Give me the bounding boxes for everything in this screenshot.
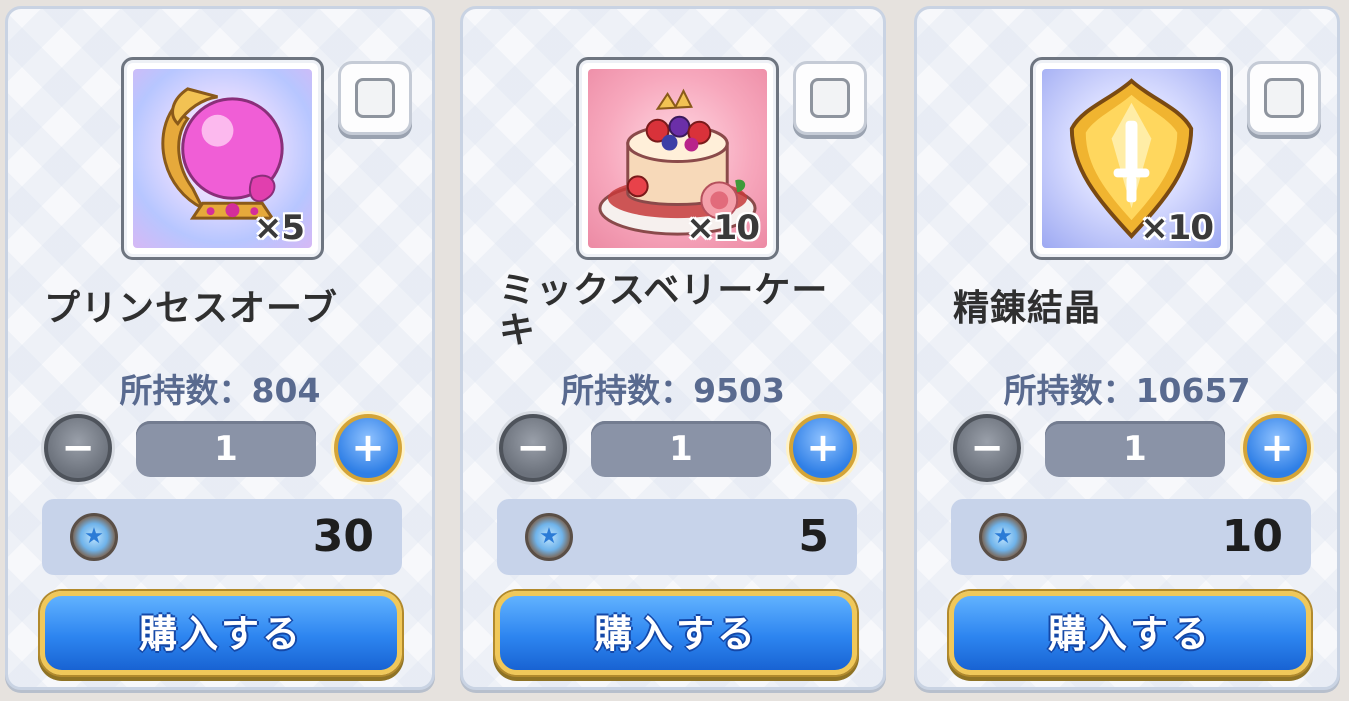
buy-button-label: 購入する [138,612,303,656]
buy-button-label: 購入する [593,612,758,656]
item-frame[interactable]: ×10 [576,57,779,260]
item-name: ミックスベリーケーキ [499,270,829,351]
decrease-quantity-button[interactable]: − [44,414,112,482]
shop-item-card: ×5 プリンセスオーブ 所持数：804 − 1 + ★ 30 購入する [5,6,435,690]
increase-quantity-button[interactable]: + [334,414,402,482]
select-checkbox[interactable] [338,61,412,135]
plus-icon: + [1260,425,1294,471]
price-box: ★ 10 [951,499,1311,575]
price: 10 [1221,511,1283,562]
select-checkbox[interactable] [793,61,867,135]
decrease-quantity-button[interactable]: − [499,414,567,482]
coin-icon: ★ [70,513,118,561]
minus-icon: − [61,425,95,471]
checkbox-square [810,78,850,118]
item-quantity-badge: ×5 [253,208,305,248]
owned-count: 所持数：804 [119,371,321,410]
owned-count: 所持数：10657 [1003,371,1251,410]
item-image-background: ×10 [1042,69,1221,248]
star-icon: ★ [993,524,1013,549]
buy-button[interactable]: 購入する [40,591,402,675]
item-frame[interactable]: ×5 [121,57,324,260]
star-icon: ★ [539,524,559,549]
shop-item-card: ×10 精錬結晶 所持数：10657 − 1 + ★ 10 購入する [914,6,1340,690]
buy-button[interactable]: 購入する [495,591,857,675]
checkbox-square [1264,78,1304,118]
item-frame[interactable]: ×10 [1030,57,1233,260]
quantity-field[interactable]: 1 [1045,421,1225,477]
plus-icon: + [806,425,840,471]
price: 5 [798,511,829,562]
item-name: プリンセスオーブ [44,288,338,329]
decrease-quantity-button[interactable]: − [953,414,1021,482]
item-image-background: ×5 [133,69,312,248]
increase-quantity-button[interactable]: + [1243,414,1311,482]
quantity-field[interactable]: 1 [136,421,316,477]
increase-quantity-button[interactable]: + [789,414,857,482]
select-checkbox[interactable] [1247,61,1321,135]
price: 30 [312,511,374,562]
star-icon: ★ [84,524,104,549]
price-box: ★ 5 [497,499,857,575]
checkbox-square [355,78,395,118]
buy-button-label: 購入する [1047,612,1212,656]
quantity-field[interactable]: 1 [591,421,771,477]
item-image-background: ×10 [588,69,767,248]
coin-icon: ★ [979,513,1027,561]
minus-icon: − [970,425,1004,471]
item-quantity-badge: ×10 [686,208,760,248]
owned-count: 所持数：9503 [561,371,785,410]
shop-item-card: ×10 ミックスベリーケーキ 所持数：9503 − 1 + ★ 5 購入する [460,6,886,690]
minus-icon: − [516,425,550,471]
shop-item-list: ×5 プリンセスオーブ 所持数：804 − 1 + ★ 30 購入する ×10 … [0,0,1349,701]
coin-icon: ★ [525,513,573,561]
plus-icon: + [351,425,385,471]
item-quantity-badge: ×10 [1140,208,1214,248]
price-box: ★ 30 [42,499,402,575]
item-name: 精錬結晶 [953,288,1102,329]
buy-button[interactable]: 購入する [949,591,1311,675]
